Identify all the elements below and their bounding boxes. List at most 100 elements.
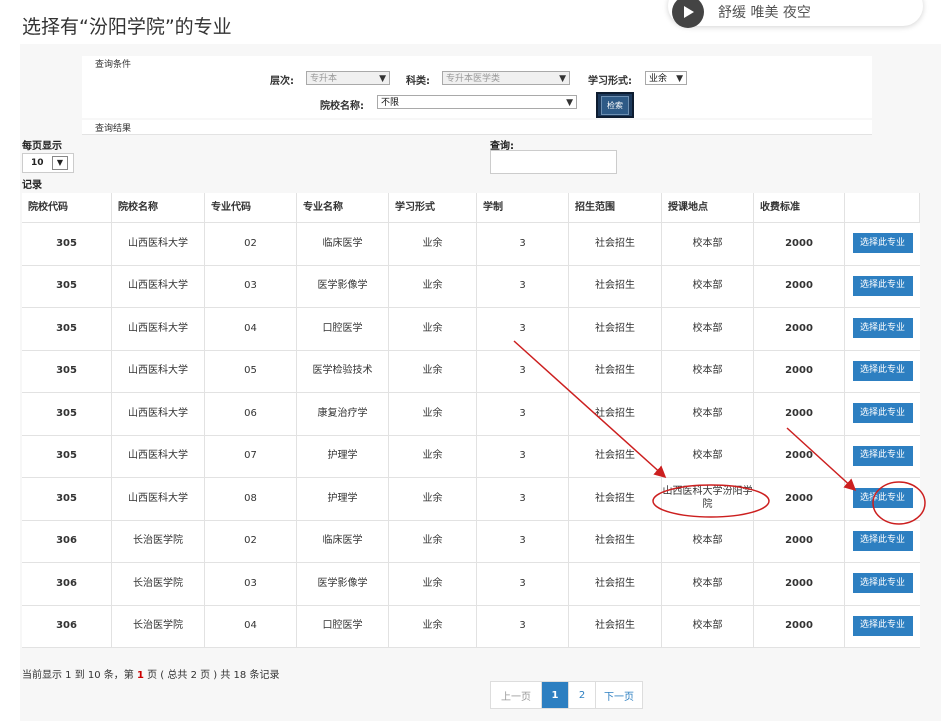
- cell-location: 校本部: [662, 264, 754, 307]
- cell-study-form: 业余: [389, 434, 477, 477]
- column-header-location: 授课地点: [662, 193, 754, 222]
- select-major-button[interactable]: 选择此专业: [852, 403, 913, 424]
- chevron-down-icon: ▼: [676, 74, 683, 84]
- select-major-button[interactable]: 选择此专业: [852, 275, 913, 296]
- play-icon[interactable]: [672, 0, 704, 28]
- article-title: 选择有“汾阳学院”的专业: [22, 16, 232, 38]
- pagination-info-page: 1: [136, 670, 144, 681]
- pagination-info: 当前显示 1 到 10 条，第 1 页 ( 总共 2 页 ) 共 18 条记录: [22, 666, 279, 681]
- select-major-button[interactable]: 选择此专业: [852, 530, 913, 551]
- chevron-down-icon: ▼: [52, 156, 68, 170]
- column-header-scope: 招生范围: [569, 193, 662, 222]
- category-label: 科类:: [406, 76, 430, 87]
- cell-action: 选择此专业: [845, 307, 920, 350]
- cell-fee: 2000: [754, 264, 845, 307]
- select-major-button[interactable]: 选择此专业: [852, 615, 913, 636]
- cell-school-name: 山西医科大学: [112, 307, 205, 350]
- cell-scope: 社会招生: [569, 222, 662, 265]
- cell-location: 校本部: [662, 562, 754, 605]
- cell-scope: 社会招生: [569, 519, 662, 562]
- pagination: 上一页 1 2 下一页: [490, 681, 643, 709]
- cell-location: 校本部: [662, 222, 754, 265]
- results-header-label: 查询结果: [95, 124, 132, 134]
- cell-study-form: 业余: [389, 349, 477, 392]
- cell-major-code: 03: [205, 264, 297, 307]
- cell-major-code: 07: [205, 434, 297, 477]
- chevron-down-icon: ▼: [379, 74, 386, 84]
- per-page-select[interactable]: 10 ▼: [22, 153, 74, 173]
- cell-major-name: 护理学: [297, 434, 389, 477]
- cell-years: 3: [477, 434, 569, 477]
- cell-scope: 社会招生: [569, 604, 662, 647]
- pagination-info-prefix: 当前显示 1 到 10 条，第: [22, 670, 137, 681]
- chevron-down-icon: ▼: [566, 98, 573, 108]
- cell-scope: 社会招生: [569, 264, 662, 307]
- query-input[interactable]: [490, 150, 617, 174]
- cell-major-name: 口腔医学: [297, 307, 389, 350]
- study-form-label: 学习形式:: [588, 76, 632, 87]
- cell-action: 选择此专业: [845, 562, 920, 605]
- cell-scope: 社会招生: [569, 434, 662, 477]
- page-1-button[interactable]: 1: [542, 682, 569, 708]
- cell-study-form: 业余: [389, 392, 477, 435]
- per-page-label: 每页显示: [22, 141, 62, 152]
- select-major-button[interactable]: 选择此专业: [852, 445, 913, 466]
- cell-school-code: 305: [22, 349, 112, 392]
- page-2-button[interactable]: 2: [569, 682, 596, 708]
- cell-location: 校本部: [662, 392, 754, 435]
- cell-fee: 2000: [754, 434, 845, 477]
- cell-years: 3: [477, 562, 569, 605]
- cell-scope: 社会招生: [569, 562, 662, 605]
- cell-school-name: 长治医学院: [112, 562, 205, 605]
- cell-action: 选择此专业: [845, 605, 920, 648]
- music-player[interactable]: 舒缓 唯美 夜空: [668, 0, 923, 28]
- cell-location: 校本部: [662, 307, 754, 350]
- cell-fee: 2000: [754, 392, 845, 435]
- cell-location: 校本部: [662, 434, 754, 477]
- search-button[interactable]: 检索: [596, 92, 634, 118]
- prev-page-button[interactable]: 上一页: [491, 682, 542, 708]
- cell-fee: 2000: [754, 222, 845, 265]
- category-select[interactable]: 专升本医学类 ▼: [442, 71, 570, 85]
- cell-fee: 2000: [754, 562, 845, 605]
- cell-years: 3: [477, 349, 569, 392]
- table-row: 306 长治医学院 04 口腔医学 业余 3 社会招生 校本部 2000 选择此专业: [22, 604, 920, 648]
- results-header: 查询结果: [82, 120, 872, 135]
- cell-school-code: 305: [22, 264, 112, 307]
- cell-action: 选择此专业: [845, 265, 920, 308]
- study-form-select[interactable]: 业余 ▼: [645, 71, 687, 85]
- cell-school-code: 306: [22, 562, 112, 605]
- cell-scope: 社会招生: [569, 349, 662, 392]
- conditions-header: 查询条件: [82, 56, 872, 71]
- cell-years: 3: [477, 222, 569, 265]
- table-row: 305 山西医科大学 06 康复治疗学 业余 3 社会招生 校本部 2000 选择此专业: [22, 392, 920, 436]
- next-page-button[interactable]: 下一页: [596, 682, 642, 708]
- cell-major-code: 04: [205, 604, 297, 647]
- table-row: 305 山西医科大学 03 医学影像学 业余 3 社会招生 校本部 2000 选择此专业: [22, 264, 920, 308]
- cell-study-form: 业余: [389, 477, 477, 520]
- select-major-button[interactable]: 选择此专业: [852, 488, 913, 509]
- column-header-fee: 收费标准: [754, 193, 845, 222]
- table-row: 306 长治医学院 02 临床医学 业余 3 社会招生 校本部 2000 选择此专业: [22, 519, 920, 563]
- level-select[interactable]: 专升本 ▼: [306, 71, 390, 85]
- select-major-button[interactable]: 选择此专业: [852, 360, 913, 381]
- cell-location: 校本部: [662, 604, 754, 647]
- cell-years: 3: [477, 519, 569, 562]
- table-row: 306 长治医学院 03 医学影像学 业余 3 社会招生 校本部 2000 选择此专业: [22, 562, 920, 606]
- cell-years: 3: [477, 604, 569, 647]
- cell-major-code: 02: [205, 222, 297, 265]
- select-major-button[interactable]: 选择此专业: [852, 318, 913, 339]
- cell-school-code: 305: [22, 477, 112, 520]
- cell-scope: 社会招生: [569, 392, 662, 435]
- select-major-button[interactable]: 选择此专业: [852, 233, 913, 254]
- select-major-button[interactable]: 选择此专业: [852, 573, 913, 594]
- cell-years: 3: [477, 264, 569, 307]
- cell-location: 校本部: [662, 349, 754, 392]
- cell-school-name: 山西医科大学: [112, 349, 205, 392]
- cell-major-code: 03: [205, 562, 297, 605]
- cell-study-form: 业余: [389, 264, 477, 307]
- cell-school-code: 305: [22, 434, 112, 477]
- school-select[interactable]: 不限 ▼: [377, 95, 577, 109]
- cell-school-code: 305: [22, 222, 112, 265]
- cell-major-code: 06: [205, 392, 297, 435]
